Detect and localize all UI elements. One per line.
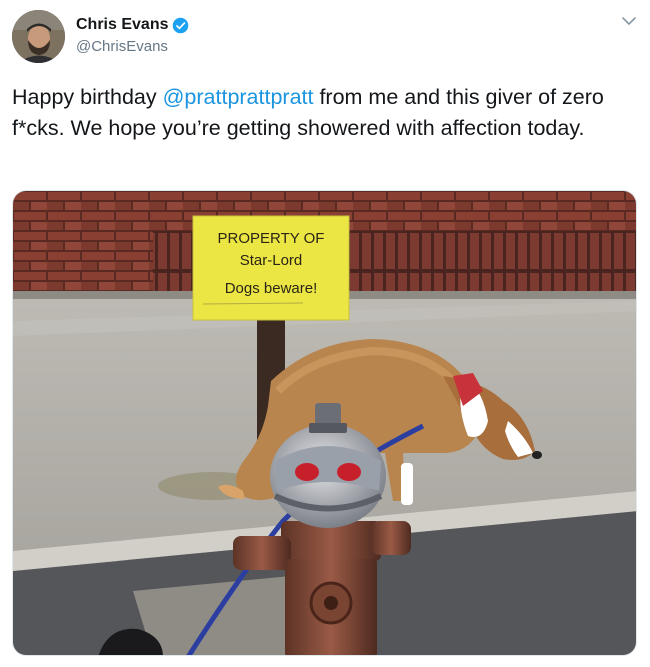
sign-line-2: Star-Lord	[240, 252, 303, 269]
tweet-photo[interactable]: PROPERTY OF Star-Lord Dogs beware!	[12, 190, 637, 656]
author-name-row: Chris Evans	[76, 16, 189, 34]
author-handle[interactable]: @ChrisEvans	[76, 38, 168, 55]
chevron-down-icon[interactable]	[620, 12, 638, 30]
star-lord-sign: PROPERTY OF Star-Lord Dogs beware!	[192, 215, 350, 321]
avatar[interactable]	[12, 10, 65, 63]
tweet-header: Chris Evans @ChrisEvans	[12, 10, 638, 64]
sign-line-1: PROPERTY OF	[218, 230, 325, 247]
tweet-text: Happy birthday @prattprattpratt from me …	[12, 82, 642, 144]
author-name[interactable]: Chris Evans	[76, 16, 168, 34]
verified-badge-icon	[173, 17, 189, 33]
tweet-text-start: Happy birthday	[12, 85, 163, 109]
sign-line-3: Dogs beware!	[225, 280, 318, 297]
mention-link[interactable]: @prattprattpratt	[163, 85, 314, 109]
